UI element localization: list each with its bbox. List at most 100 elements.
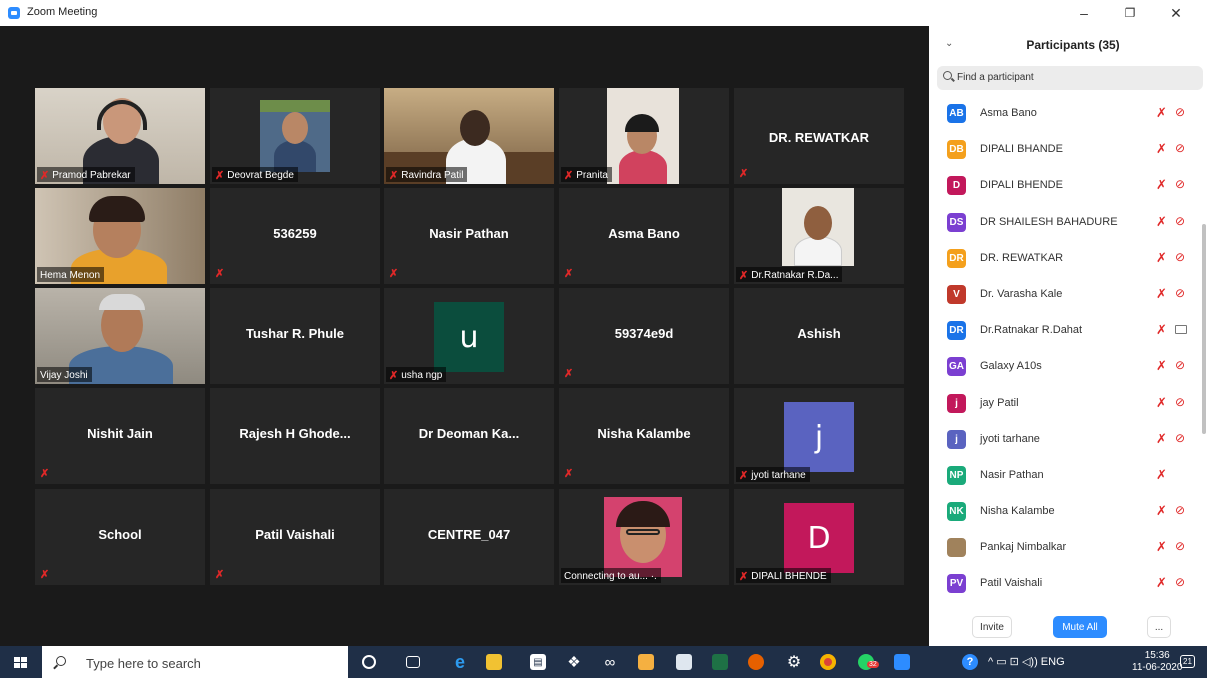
video-off-icon[interactable]: ⊘ — [1175, 395, 1185, 409]
participant-row[interactable]: DB DIPALI BHANDE ✗ ⊘ — [929, 132, 1199, 168]
infinity-icon[interactable]: ∞ — [602, 654, 618, 671]
invite-button[interactable]: Invite — [972, 616, 1012, 638]
name-tile[interactable]: Patil Vaishali ✗ — [210, 489, 380, 585]
avatar: DR — [947, 321, 966, 341]
mic-muted-icon: ✗ — [40, 569, 50, 581]
name-tile[interactable]: Tushar R. Phule — [210, 288, 380, 384]
active-speaker-tile[interactable]: Hema Menon — [35, 188, 205, 284]
settings-gear-icon[interactable]: ⚙ — [786, 654, 802, 671]
tile-name-label: Hema Menon — [37, 267, 105, 282]
help-icon[interactable]: ? — [962, 654, 978, 670]
participant-row[interactable]: DS DR SHAILESH BAHADURE ✗ ⊘ — [929, 205, 1199, 241]
firefox-icon[interactable] — [748, 654, 764, 670]
name-tile[interactable]: Nishit Jain ✗ — [35, 388, 205, 484]
gallery-view: ✗ Pramod Pabrekar ✗ Deovrat Begde ✗ Ravindr… — [0, 26, 929, 646]
name-tile[interactable]: Ashish — [734, 288, 904, 384]
zoom-taskbar-icon[interactable] — [894, 654, 910, 670]
mic-muted-icon[interactable]: ✗ — [1156, 322, 1167, 338]
mic-muted-icon[interactable]: ✗ — [1156, 431, 1167, 447]
video-off-icon[interactable]: ⊘ — [1175, 214, 1185, 228]
video-tile[interactable]: ✗ Pramod Pabrekar — [35, 88, 205, 184]
mic-muted-icon[interactable]: ✗ — [1156, 539, 1167, 555]
mic-muted-icon[interactable]: ✗ — [1156, 141, 1167, 157]
dropbox-icon[interactable]: ❖ — [566, 654, 582, 671]
video-off-icon[interactable]: ⊘ — [1175, 358, 1185, 372]
video-tile[interactable]: ✗ Deovrat Begde — [210, 88, 380, 184]
app-icon[interactable] — [638, 654, 654, 670]
whatsapp-icon[interactable]: 32 — [858, 654, 879, 670]
action-center-icon[interactable]: 21 — [1180, 655, 1195, 668]
mic-muted-icon[interactable]: ✗ — [1156, 177, 1167, 193]
participant-row[interactable]: DR Dr.Ratnakar R.Dahat ✗ — [929, 313, 1199, 349]
clock[interactable]: 15:36 11-06-2020 — [1132, 650, 1182, 674]
video-off-icon[interactable]: ⊘ — [1175, 286, 1185, 300]
name-tile[interactable]: Nasir Pathan ✗ — [384, 188, 554, 284]
participant-row[interactable]: NP Nasir Pathan ✗ — [929, 458, 1199, 494]
participant-row[interactable]: DR DR. REWATKAR ✗ ⊘ — [929, 241, 1199, 277]
video-off-icon[interactable]: ⊘ — [1175, 250, 1185, 264]
minimize-button[interactable]: – — [1061, 0, 1107, 26]
avatar: DS — [947, 212, 966, 232]
video-off-icon[interactable]: ⊘ — [1175, 431, 1185, 445]
name-tile[interactable]: Rajesh H Ghode... — [210, 388, 380, 484]
video-tile[interactable]: ✗ Ravindra Patil — [384, 88, 554, 184]
excel-icon[interactable] — [712, 654, 728, 670]
mic-muted-icon[interactable]: ✗ — [1156, 503, 1167, 519]
video-tile[interactable]: ✗ Dr.Ratnakar R.Da... — [734, 188, 904, 284]
video-tile[interactable]: Vijay Joshi — [35, 288, 205, 384]
participant-row[interactable]: GA Galaxy A10s ✗ ⊘ — [929, 349, 1199, 385]
edge-icon[interactable]: e — [452, 652, 468, 672]
mute-all-button[interactable]: Mute All — [1053, 616, 1107, 638]
mic-muted-icon[interactable]: ✗ — [1156, 395, 1167, 411]
participant-row[interactable]: Pankaj Nimbalkar ✗ ⊘ — [929, 530, 1199, 566]
file-explorer-icon[interactable] — [486, 654, 502, 670]
notepad-icon[interactable] — [676, 654, 692, 670]
mic-muted-icon[interactable]: ✗ — [1156, 214, 1167, 230]
video-off-icon[interactable]: ⊘ — [1175, 503, 1185, 517]
participant-row[interactable]: j jyoti tarhane ✗ ⊘ — [929, 422, 1199, 458]
name-tile[interactable]: Nisha Kalambe ✗ — [559, 388, 729, 484]
video-tile[interactable]: ✗ Pranita — [559, 88, 729, 184]
name-tile[interactable]: Dr Deoman Ka... — [384, 388, 554, 484]
video-tile[interactable]: Connecting to au... ·. — [559, 489, 729, 585]
mic-muted-icon[interactable]: ✗ — [1156, 286, 1167, 302]
restore-button[interactable]: ❐ — [1107, 0, 1153, 26]
video-off-icon[interactable]: ⊘ — [1175, 141, 1185, 155]
name-tile[interactable]: CENTRE_047 — [384, 489, 554, 585]
find-participant-input[interactable]: Find a participant — [937, 66, 1203, 90]
taskbar-search-box[interactable]: Type here to search — [42, 646, 348, 678]
store-icon[interactable]: ▤ — [530, 654, 546, 670]
video-off-icon[interactable]: ⊘ — [1175, 105, 1185, 119]
name-tile[interactable]: Asma Bano ✗ — [559, 188, 729, 284]
mic-muted-icon[interactable]: ✗ — [1156, 250, 1167, 266]
system-tray[interactable]: ^ ▭ ⊡ ◁)) ENG — [988, 655, 1065, 668]
more-button[interactable]: ... — [1147, 616, 1171, 638]
video-off-icon[interactable]: ⊘ — [1175, 177, 1185, 191]
windows-start-button[interactable] — [14, 657, 28, 669]
letter-tile[interactable]: j ✗ jyoti tarhane — [734, 388, 904, 484]
mic-muted-icon[interactable]: ✗ — [1156, 575, 1167, 591]
participant-row[interactable]: V Dr. Varasha Kale ✗ ⊘ — [929, 277, 1199, 313]
participant-row[interactable]: PV Patil Vaishali ✗ ⊘ — [929, 566, 1199, 602]
cortana-icon[interactable] — [362, 655, 376, 669]
scrollbar[interactable] — [1202, 224, 1206, 434]
name-tile[interactable]: DR. REWATKAR ✗ — [734, 88, 904, 184]
mic-muted-icon[interactable]: ✗ — [1156, 467, 1167, 483]
mic-muted-icon[interactable]: ✗ — [1156, 105, 1167, 121]
name-tile[interactable]: 536259 ✗ — [210, 188, 380, 284]
close-button[interactable]: ✕ — [1153, 0, 1199, 26]
video-camera-icon[interactable] — [1175, 325, 1187, 335]
letter-tile[interactable]: D ✗ DIPALI BHENDE — [734, 489, 904, 585]
task-view-icon[interactable] — [406, 656, 420, 668]
name-tile[interactable]: School ✗ — [35, 489, 205, 585]
letter-tile[interactable]: u ✗ usha ngp — [384, 288, 554, 384]
participant-row[interactable]: AB Asma Bano ✗ ⊘ — [929, 96, 1199, 132]
participant-row[interactable]: j jay Patil ✗ ⊘ — [929, 386, 1199, 422]
video-off-icon[interactable]: ⊘ — [1175, 575, 1185, 589]
participant-row[interactable]: NK Nisha Kalambe ✗ ⊘ — [929, 494, 1199, 530]
video-off-icon[interactable]: ⊘ — [1175, 539, 1185, 553]
chrome-icon[interactable] — [820, 654, 836, 670]
mic-muted-icon[interactable]: ✗ — [1156, 358, 1167, 374]
participant-row[interactable]: D DIPALI BHENDE ✗ ⊘ — [929, 168, 1199, 204]
name-tile[interactable]: 59374e9d ✗ — [559, 288, 729, 384]
